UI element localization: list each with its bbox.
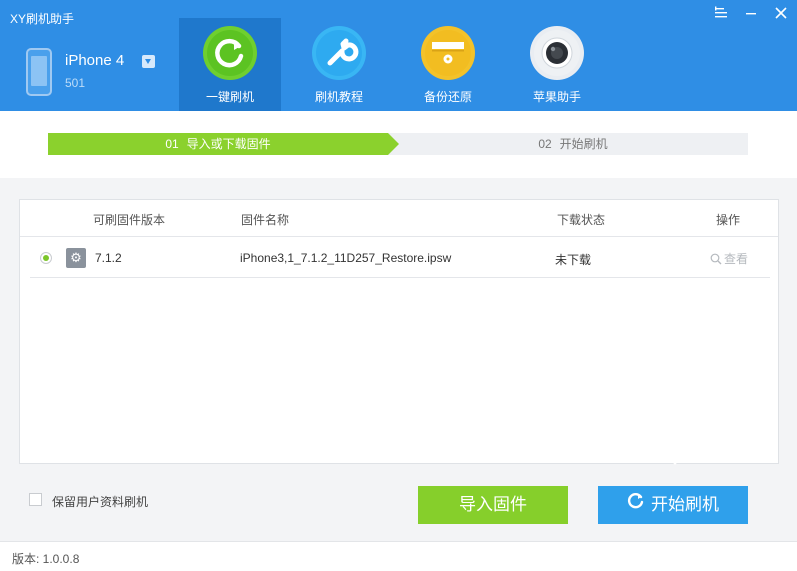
col-version: 可刷固件版本 [93, 213, 166, 227]
nav-item-apple-helper[interactable]: 苹果助手 [506, 18, 608, 111]
refresh-icon [627, 485, 645, 523]
status-bar: 版本: 1.0.0.8 [0, 541, 797, 571]
col-name: 固件名称 [241, 213, 290, 227]
nav-item-tutorial[interactable]: 刷机教程 [288, 18, 390, 111]
panel-pointer [666, 455, 684, 465]
wrench-icon [312, 26, 366, 80]
app-title: XY刷机助手 [10, 12, 75, 26]
firmware-table: 可刷固件版本 固件名称 下载状态 操作 ⚙ 7.1.2 iPhone3,1_7.… [19, 199, 779, 464]
chevron-down-icon[interactable] [142, 55, 155, 68]
keep-data-label: 保留用户资料刷机 [52, 495, 149, 509]
view-link[interactable]: 查看 [710, 250, 748, 267]
step-import: 01 导入或下载固件 [48, 133, 399, 155]
firmware-version: 7.1.2 [95, 251, 122, 265]
camera-lens-icon [530, 26, 584, 80]
view-label: 查看 [724, 252, 749, 266]
step-flash: 02 开始刷机 [398, 133, 748, 155]
minimize-icon[interactable] [743, 6, 759, 22]
refresh-circle-icon [203, 26, 257, 80]
nav-item-flash[interactable]: 一键刷机 [179, 18, 281, 111]
step-label: 导入或下载固件 [186, 137, 271, 151]
download-status: 未下载 [555, 253, 592, 267]
header-bar: XY刷机助手 iPhone 4 501 一键刷机 刷机教程 备份还原 苹果助手 [0, 0, 797, 111]
keep-data-checkbox[interactable] [29, 493, 42, 506]
main-nav: 一键刷机 刷机教程 备份还原 苹果助手 [179, 18, 615, 111]
table-row[interactable]: ⚙ 7.1.2 iPhone3,1_7.1.2_11D257_Restore.i… [30, 238, 770, 278]
device-selector[interactable]: iPhone 4 501 [22, 44, 172, 100]
menu-icon[interactable] [713, 6, 729, 22]
step-progress: 01 导入或下载固件 02 开始刷机 [48, 133, 748, 155]
window-controls [713, 6, 789, 22]
nav-label: 苹果助手 [532, 90, 581, 104]
device-sub: 501 [65, 76, 86, 90]
step-number: 01 [165, 137, 179, 151]
flash-label: 开始刷机 [651, 495, 719, 514]
phone-icon [26, 48, 52, 96]
gear-icon: ⚙ [66, 248, 86, 268]
device-name: iPhone 4 [65, 52, 125, 69]
nav-label: 备份还原 [423, 90, 472, 104]
search-icon [710, 253, 722, 265]
table-header: 可刷固件版本 固件名称 下载状态 操作 [20, 200, 778, 237]
version-text: 版本: 1.0.0.8 [12, 552, 80, 566]
import-label: 导入固件 [459, 495, 527, 514]
step-label: 开始刷机 [559, 137, 608, 151]
row-radio[interactable] [40, 252, 52, 264]
nav-item-backup[interactable]: 备份还原 [397, 18, 499, 111]
nav-label: 一键刷机 [205, 90, 254, 104]
folder-disc-icon [421, 26, 475, 80]
nav-label: 刷机教程 [314, 90, 363, 104]
firmware-name: iPhone3,1_7.1.2_11D257_Restore.ipsw [240, 251, 452, 265]
close-icon[interactable] [773, 6, 789, 22]
col-action: 操作 [716, 213, 741, 227]
step-number: 02 [538, 137, 552, 151]
col-status: 下载状态 [557, 213, 606, 227]
start-flash-button[interactable]: 开始刷机 [598, 486, 748, 524]
import-firmware-button[interactable]: 导入固件 [418, 486, 568, 524]
